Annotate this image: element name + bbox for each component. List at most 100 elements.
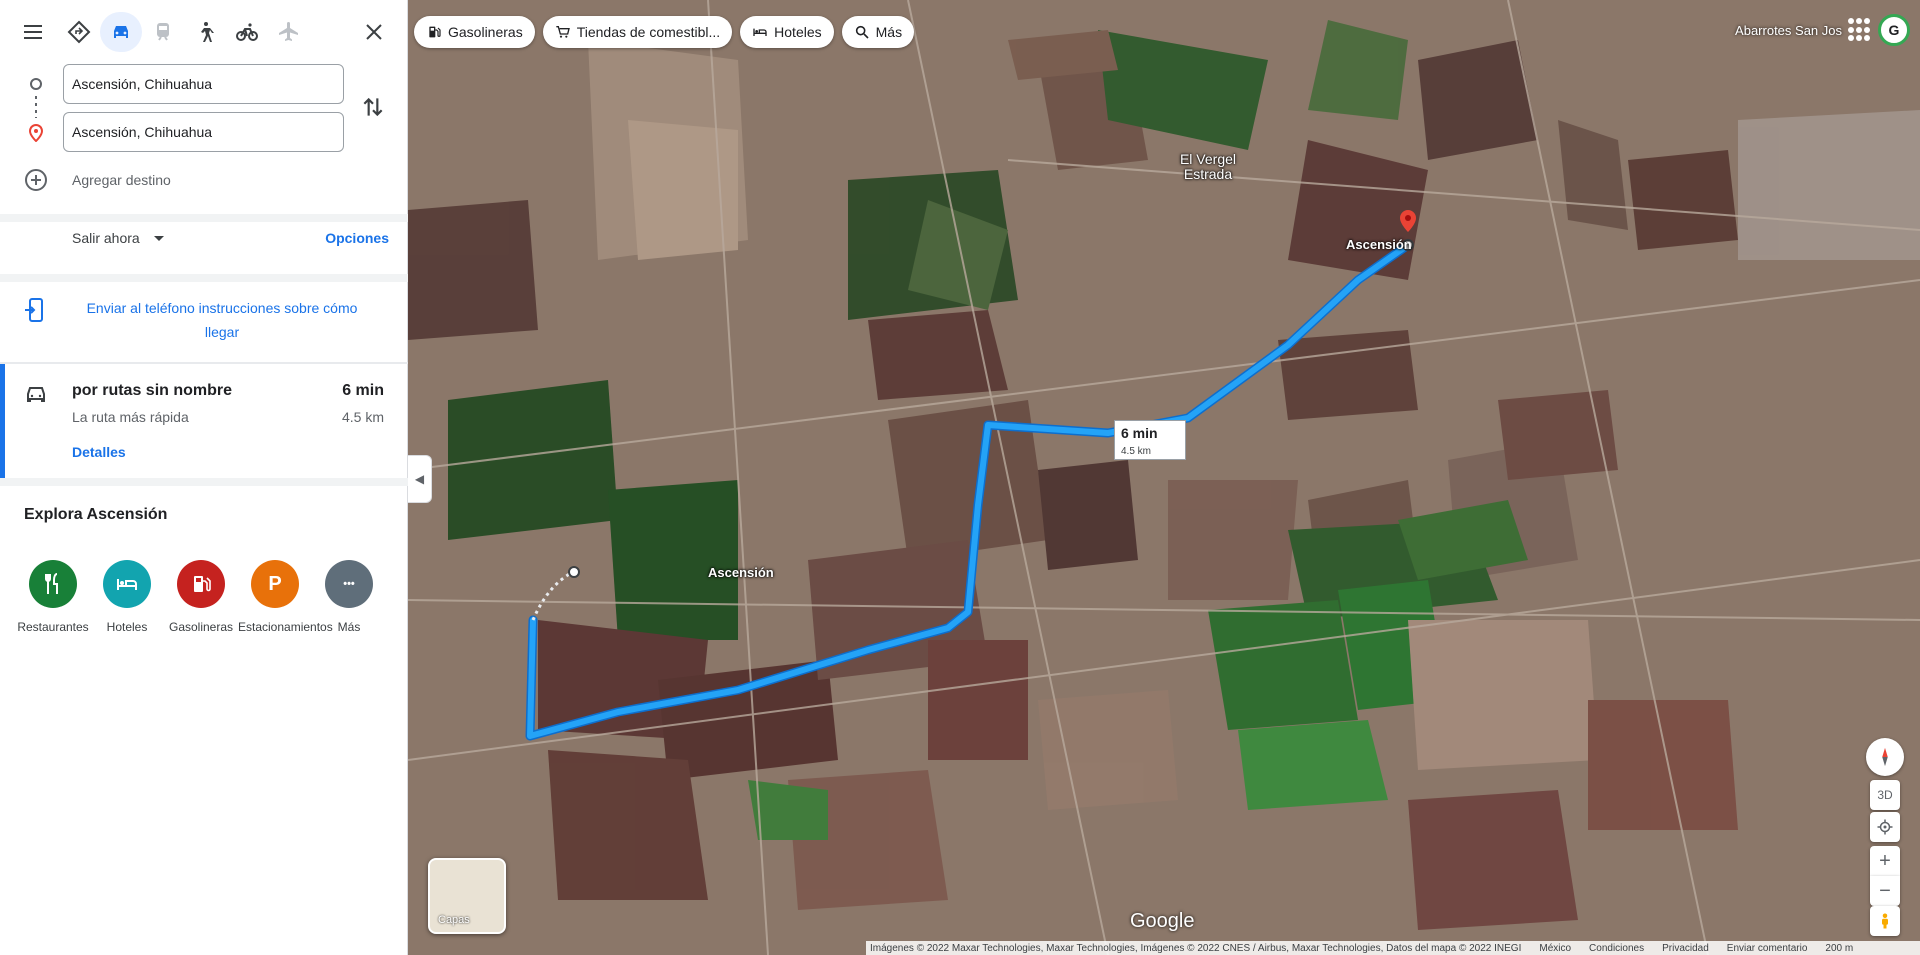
compass-button[interactable] <box>1866 738 1904 776</box>
attribution: Imágenes © 2022 Maxar Technologies, Maxa… <box>870 942 1522 954</box>
depart-time-select[interactable]: Salir ahora <box>72 230 164 246</box>
plus-icon: + <box>1879 849 1891 872</box>
terms-link[interactable]: Condiciones <box>1589 943 1644 954</box>
route-details-link[interactable]: Detalles <box>72 444 126 460</box>
explore-label: Hoteles <box>106 620 148 634</box>
layers-label: Capas <box>438 914 470 926</box>
origin-input[interactable]: Ascensión, Chihuahua <box>63 64 344 104</box>
caret-down-icon <box>153 235 164 241</box>
close-icon <box>366 24 382 40</box>
train-icon <box>157 23 169 41</box>
add-destination-button[interactable]: Agregar destino <box>0 164 408 196</box>
car-icon <box>114 26 128 38</box>
chip-label: Más <box>875 24 903 40</box>
send-to-phone-label: Enviar al teléfono instrucciones sobre c… <box>86 300 358 340</box>
origin-dot-icon <box>30 78 42 90</box>
chip-label: Gasolineras <box>448 24 523 40</box>
explore-categories: Restaurantes Hoteles Gasolineras P Estac… <box>16 560 396 634</box>
add-circle-icon <box>25 169 47 191</box>
add-destination-label: Agregar destino <box>72 172 171 188</box>
zoom-in-button[interactable]: + <box>1870 846 1900 876</box>
layers-button[interactable]: Capas <box>428 858 506 934</box>
divider <box>0 214 408 222</box>
route-duration: 6 min <box>342 382 384 399</box>
swap-waypoints-icon[interactable] <box>360 94 386 120</box>
divider <box>0 478 408 486</box>
explore-parking-button[interactable]: P Estacionamientos <box>238 560 333 634</box>
mode-walking-button[interactable] <box>184 12 226 52</box>
location-target-icon <box>1877 819 1893 835</box>
zoom-out-button[interactable]: − <box>1870 876 1900 906</box>
apps-grid-icon[interactable] <box>1848 18 1872 42</box>
options-button[interactable]: Opciones <box>325 230 389 246</box>
explore-label: Restaurantes <box>17 620 89 634</box>
privacy-link[interactable]: Privacidad <box>1662 943 1709 954</box>
mode-cycling-button[interactable] <box>226 12 268 52</box>
avatar[interactable]: G <box>1878 14 1910 46</box>
pegman-icon <box>1882 913 1888 929</box>
explore-label: Más <box>337 620 361 634</box>
google-logo: Google <box>1130 910 1195 932</box>
route-callout-duration: 6 min <box>1121 425 1158 441</box>
chip-label: Hoteles <box>774 24 822 40</box>
chip-more[interactable]: Más <box>841 16 915 48</box>
menu-button[interactable] <box>12 12 54 52</box>
cart-icon <box>556 26 570 38</box>
place-label-destination[interactable]: Ascensión <box>1346 237 1412 252</box>
divider <box>0 274 408 282</box>
route-option[interactable]: por rutas sin nombre La ruta más rápida … <box>0 364 408 478</box>
explore-restaurants-button[interactable]: Restaurantes <box>16 560 90 634</box>
explore-label: Estacionamientos <box>238 620 333 634</box>
gas-station-icon <box>429 26 441 38</box>
travel-mode-bar <box>12 12 395 52</box>
destination-input[interactable]: Ascensión, Chihuahua <box>63 112 344 152</box>
car-icon <box>27 387 45 402</box>
explore-gas-button[interactable]: Gasolineras <box>164 560 238 634</box>
parking-icon: P <box>251 560 299 608</box>
place-label-vergel[interactable]: El Vergel Estrada <box>1168 152 1248 182</box>
category-chips: Gasolineras Tiendas de comestibl... Hote… <box>414 16 915 48</box>
bicycle-icon <box>236 23 258 41</box>
collapse-panel-button[interactable]: ◀ <box>408 455 432 503</box>
mode-best-button[interactable] <box>58 12 100 52</box>
selected-route-bar <box>0 364 5 478</box>
send-to-phone-icon <box>25 298 43 322</box>
explore-more-button[interactable]: ••• Más <box>312 560 386 634</box>
search-icon <box>855 25 869 39</box>
close-directions-button[interactable] <box>353 12 395 52</box>
mode-transit-button[interactable] <box>142 12 184 52</box>
send-to-phone[interactable]: Enviar al teléfono instrucciones sobre c… <box>0 282 408 362</box>
hamburger-menu-icon <box>24 25 42 39</box>
country-link[interactable]: México <box>1539 943 1571 954</box>
feedback-link[interactable]: Enviar comentario <box>1727 943 1808 954</box>
street-view-button[interactable] <box>1870 906 1900 936</box>
walking-icon <box>201 22 214 42</box>
explore-label: Gasolineras <box>168 620 234 634</box>
mode-driving-button[interactable] <box>100 12 142 52</box>
destination-pin-icon <box>28 124 44 142</box>
route-distance: 4.5 km <box>341 409 384 425</box>
map-place-label: Abarrotes San Jos <box>1735 22 1842 38</box>
mode-flights-button[interactable] <box>268 12 310 52</box>
directions-panel: Ascensión, Chihuahua Ascensión, Chihuahu… <box>0 0 408 955</box>
chevron-left-icon: ◀ <box>414 472 425 486</box>
restaurant-icon <box>29 560 77 608</box>
place-label-origin[interactable]: Ascensión <box>708 565 774 580</box>
hotel-icon <box>103 560 151 608</box>
route-callout-distance: 4.5 km <box>1121 446 1152 457</box>
chip-gas[interactable]: Gasolineras <box>414 16 535 48</box>
explore-hotels-button[interactable]: Hoteles <box>90 560 164 634</box>
airplane-icon <box>279 22 298 41</box>
chip-hotels[interactable]: Hoteles <box>740 16 834 48</box>
depart-label: Salir ahora <box>72 230 140 246</box>
route-callout[interactable]: 6 min 4.5 km <box>1114 420 1186 460</box>
minus-icon: − <box>1879 879 1891 902</box>
chip-groceries[interactable]: Tiendas de comestibl... <box>542 16 733 48</box>
diamond-directions-icon <box>67 20 91 44</box>
scale-label[interactable]: 200 m <box>1825 943 1853 954</box>
3d-toggle-button[interactable]: 3D <box>1870 780 1900 810</box>
my-location-button[interactable] <box>1870 812 1900 842</box>
origin-marker <box>568 566 580 578</box>
map-canvas[interactable]: Gasolineras Tiendas de comestibl... Hote… <box>408 0 1920 955</box>
explore-title: Explora Ascensión <box>24 506 168 523</box>
